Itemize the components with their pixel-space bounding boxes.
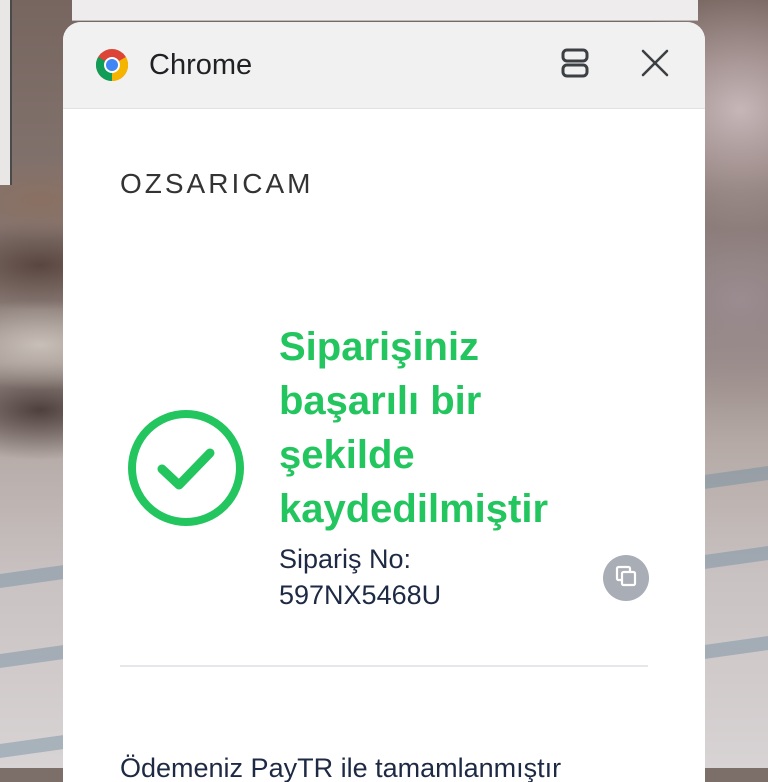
page-content: OZSARICAM Siparişiniz başarılı bir şekil… (63, 123, 705, 782)
toolbar-title: Chrome (149, 49, 253, 81)
background-scrollbar (0, 0, 12, 185)
chrome-logo-icon (95, 48, 129, 82)
background-card (72, 0, 698, 21)
check-circle-icon (126, 408, 246, 528)
copy-order-number-button[interactable] (603, 555, 649, 601)
side-panel-button[interactable] (557, 46, 593, 84)
success-heading: Siparişiniz başarılı bir şekilde kaydedi… (279, 325, 549, 531)
order-number-value: 597NX5468U (279, 580, 442, 610)
close-button[interactable] (637, 46, 673, 84)
browser-toolbar: Chrome (63, 22, 705, 109)
custom-tab-sheet: Chrome OZSARICAM Siparişiniz başarılı bi… (63, 22, 705, 782)
store-logo: OZSARICAM (120, 168, 314, 199)
side-panel-icon (560, 47, 590, 84)
close-icon (640, 48, 670, 83)
order-number-label: Sipariş No: (279, 544, 412, 574)
divider (120, 665, 648, 667)
copy-icon (613, 563, 639, 594)
